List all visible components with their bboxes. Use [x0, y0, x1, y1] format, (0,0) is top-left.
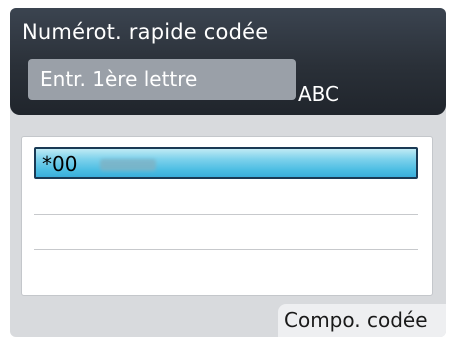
row-divider [34, 214, 418, 215]
speed-dial-list: *00 [21, 136, 433, 296]
softkey-label: Compo. codée [284, 308, 428, 332]
list-item[interactable]: *00 [34, 147, 418, 179]
speed-dial-code: *00 [42, 152, 78, 176]
coded-dial-softkey[interactable]: Compo. codée [278, 304, 446, 337]
lcd-screen: Numérot. rapide codée Entr. 1ère lettre … [10, 8, 446, 337]
header-bar: Numérot. rapide codée Entr. 1ère lettre … [10, 8, 446, 115]
entry-field-label: Entr. 1ère lettre [40, 67, 198, 91]
screen-title: Numérot. rapide codée [22, 20, 269, 44]
row-divider [34, 249, 418, 250]
first-letter-entry-field[interactable]: Entr. 1ère lettre [28, 59, 296, 100]
blurred-entry-name [100, 159, 156, 171]
input-mode-indicator: ABC [298, 82, 340, 106]
